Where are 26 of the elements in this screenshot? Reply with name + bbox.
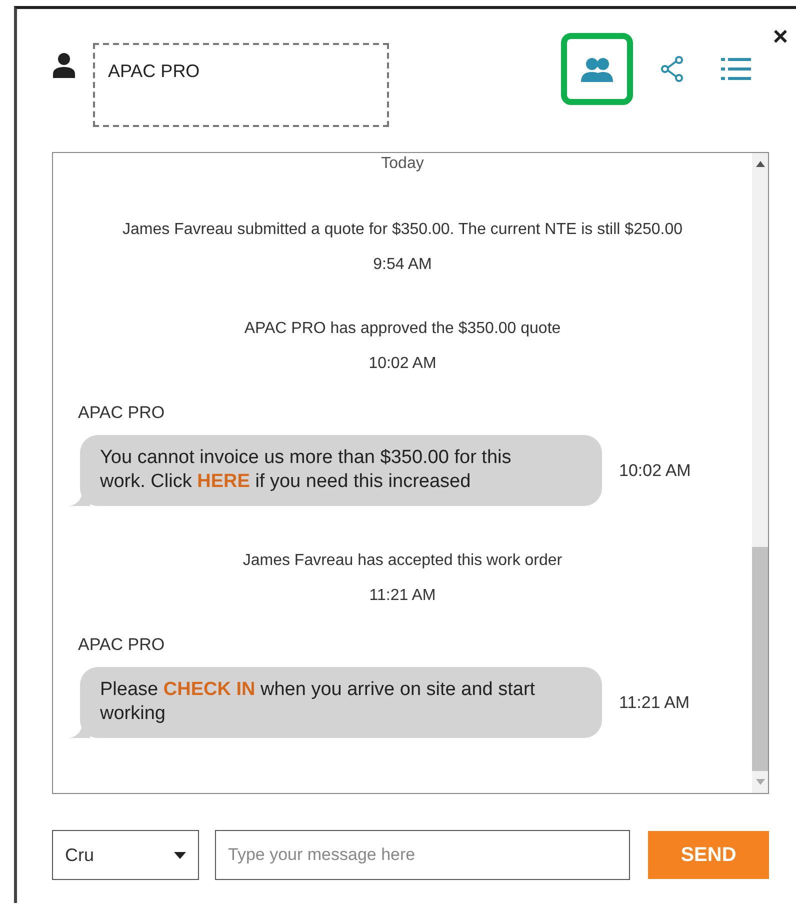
timestamp: 9:54 AM xyxy=(372,256,433,274)
list-icon xyxy=(721,57,751,81)
event-text: James Favreau submitted a quote for $350.00. The current NTE is still $250.00 xyxy=(122,221,684,239)
name-field[interactable]: APAC PRO xyxy=(93,43,389,127)
timestamp: 11:21 AM xyxy=(368,587,437,605)
sender-name: APAC PRO xyxy=(78,403,166,423)
people-icon xyxy=(580,56,614,82)
event-text: APAC PRO has approved the $350.00 quote xyxy=(243,320,562,338)
close-button[interactable]: × xyxy=(772,23,788,49)
share-icon xyxy=(660,56,684,82)
event-text: James Favreau has accepted this work order xyxy=(242,552,564,570)
timestamp: 10:02 AM xyxy=(619,460,691,480)
timestamp: 10:02 AM xyxy=(368,355,438,373)
message-bubble: Please CHECK IN when you arrive on site and start working xyxy=(80,667,602,738)
date-label: Today xyxy=(380,155,425,174)
message-field[interactable]: Type your message here xyxy=(215,830,630,880)
sender-name: APAC PRO xyxy=(78,635,166,655)
person-icon xyxy=(52,52,76,78)
scrollbar[interactable] xyxy=(752,153,768,793)
recipient-dropdown[interactable]: Cru xyxy=(52,830,199,880)
scroll-up-icon[interactable] xyxy=(756,161,764,167)
caret-icon xyxy=(174,852,186,858)
timestamp: 11:21 AM xyxy=(619,692,690,712)
toolbar-button[interactable] xyxy=(561,33,633,105)
message-bubble: You cannot invoice us more than $350.00 for this work. Click HERE if you need this increased xyxy=(80,435,602,506)
scroll-down-icon[interactable] xyxy=(756,779,764,785)
